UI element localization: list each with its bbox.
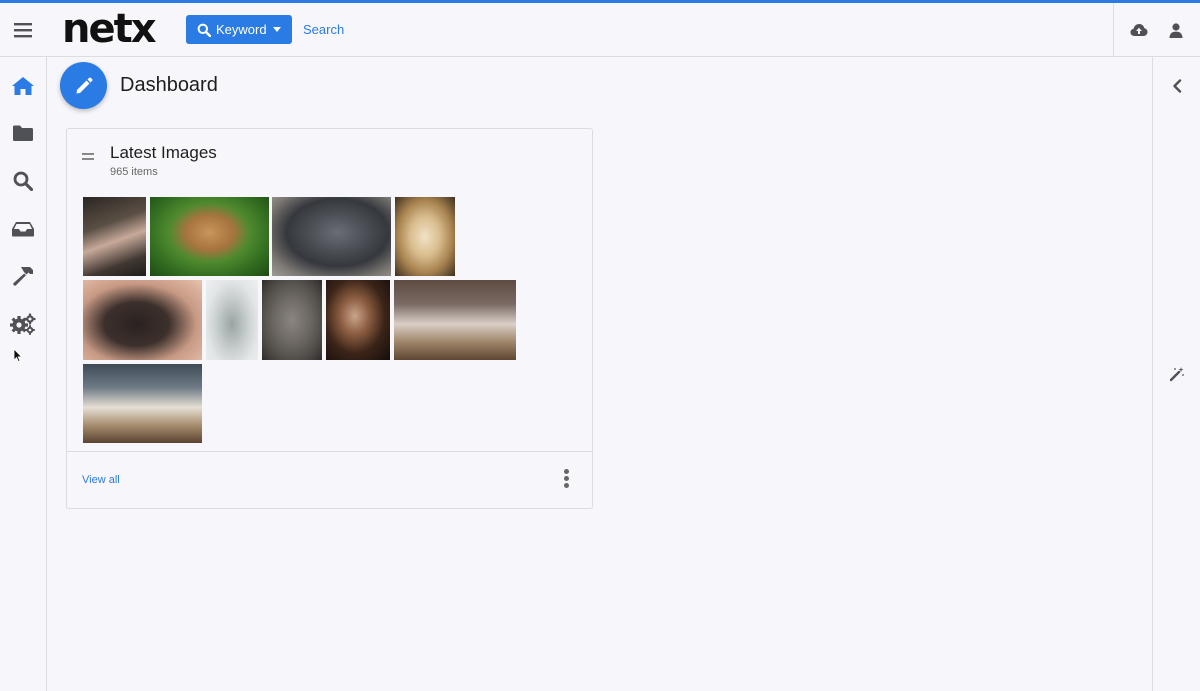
pencil-icon [76,77,92,93]
right-panel-rail [1152,57,1200,691]
edit-dashboard-button[interactable] [60,62,107,109]
upload-cloud-icon[interactable] [1125,16,1153,44]
folder-icon[interactable] [8,118,38,148]
home-icon[interactable] [8,71,38,101]
user-icon[interactable] [1162,16,1190,44]
widget-footer-divider [67,451,592,452]
tan-puppy-on-grass-image[interactable] [150,197,269,276]
view-all-link[interactable]: View all [82,474,120,486]
search-icon [197,23,211,37]
inbox-icon[interactable] [8,214,38,244]
search-mode-dropdown[interactable]: Keyword [186,15,292,44]
page-title: Dashboard [120,74,218,96]
golden-retriever-puppy-image[interactable] [395,197,455,276]
gray-sleeping-dog-image[interactable] [262,280,322,360]
header-actions [1113,3,1200,57]
caret-down-icon [272,27,281,32]
search-icon[interactable] [8,166,38,196]
magic-wand-icon[interactable] [1164,361,1190,387]
australian-shepherd-puppies-image[interactable] [83,364,202,443]
puppies-in-basket-image[interactable] [394,280,516,360]
dog-on-dark-background-image[interactable] [326,280,390,360]
elephant-figurine-image[interactable] [206,280,258,360]
widget-title: Latest Images [110,143,217,162]
more-options-icon[interactable] [557,466,575,490]
hammer-icon[interactable] [8,261,38,291]
latest-images-widget: Latest Images 965 items View all [66,128,593,509]
cogs-icon[interactable] [8,309,38,339]
left-navigation [0,57,47,691]
gray-pitbull-puppy-image[interactable] [272,197,391,276]
mouse-cursor-icon [13,348,23,363]
app-header: netx Keyword Search [0,3,1200,57]
hand-holding-puppy-image[interactable] [83,197,146,276]
black-labrador-puppy-image[interactable] [83,280,202,360]
search-mode-label: Keyword [216,22,267,37]
netx-logo[interactable]: netx [62,7,157,51]
search-input[interactable]: Search [303,22,344,37]
widget-item-count: 965 items [110,166,158,178]
menu-icon[interactable] [8,15,38,45]
drag-handle-icon[interactable] [82,153,96,163]
chevron-left-icon[interactable] [1164,73,1190,99]
